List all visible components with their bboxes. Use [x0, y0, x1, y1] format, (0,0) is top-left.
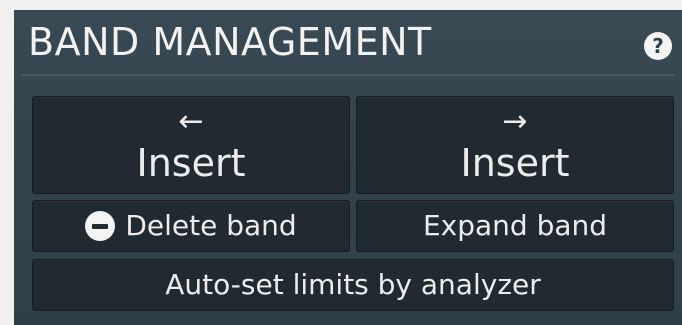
delete-band-button[interactable]: Delete band [32, 200, 350, 252]
arrow-left-icon: ← [178, 104, 204, 139]
panel-header: BAND MANAGEMENT ? [14, 10, 682, 74]
insert-left-label: Insert [136, 141, 246, 185]
panel-title: BAND MANAGEMENT [28, 20, 432, 64]
delete-band-label: Delete band [125, 209, 297, 242]
insert-left-button[interactable]: ← Insert [32, 96, 350, 194]
insert-right-button[interactable]: → Insert [356, 96, 674, 194]
insert-right-label: Insert [460, 141, 570, 185]
band-management-panel: BAND MANAGEMENT ? ← Insert → Insert Dele… [14, 10, 682, 325]
header-divider [22, 74, 674, 76]
expand-band-button[interactable]: Expand band [356, 200, 674, 252]
auto-set-limits-label: Auto-set limits by analyzer [165, 268, 541, 301]
arrow-right-icon: → [502, 104, 528, 139]
auto-set-limits-button[interactable]: Auto-set limits by analyzer [32, 259, 674, 311]
expand-band-label: Expand band [422, 209, 608, 242]
minus-circle-icon [85, 211, 116, 241]
help-icon[interactable]: ? [644, 32, 672, 60]
